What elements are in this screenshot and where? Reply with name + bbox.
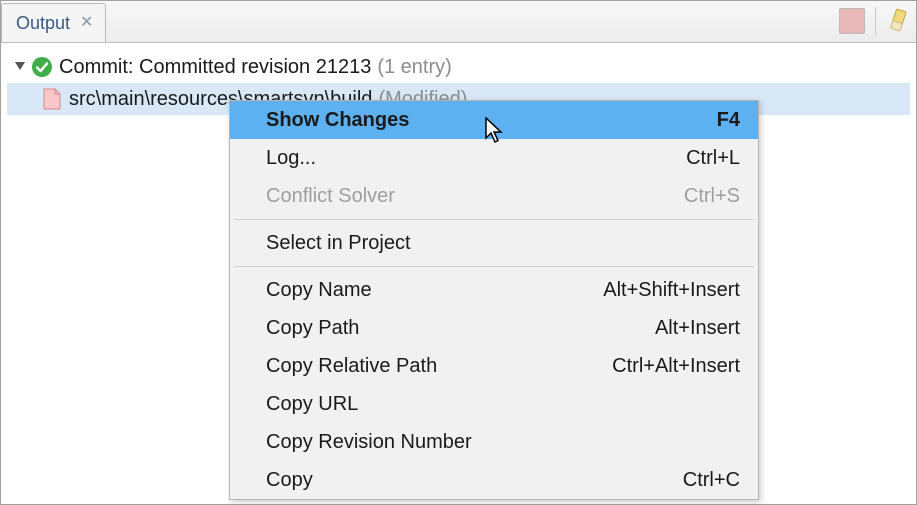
menu-item-select-in-project[interactable]: Select in Project xyxy=(230,224,758,262)
tab-bar-actions xyxy=(839,7,910,35)
menu-label: Select in Project xyxy=(266,232,411,255)
menu-label: Copy Revision Number xyxy=(266,431,472,454)
menu-label: Show Changes xyxy=(266,109,409,132)
menu-shortcut: Alt+Insert xyxy=(655,317,740,340)
divider xyxy=(875,7,876,35)
commit-label: Commit: Committed revision 21213 xyxy=(59,56,371,79)
success-icon xyxy=(31,56,53,78)
eraser-icon[interactable] xyxy=(886,7,910,35)
menu-shortcut: Ctrl+S xyxy=(684,185,740,208)
menu-item-copy-name[interactable]: Copy Name Alt+Shift+Insert xyxy=(230,271,758,309)
tab-label: Output xyxy=(16,13,70,34)
menu-item-copy-relative-path[interactable]: Copy Relative Path Ctrl+Alt+Insert xyxy=(230,347,758,385)
tab-output[interactable]: Output ✕ xyxy=(1,3,106,42)
close-icon[interactable]: ✕ xyxy=(80,15,93,31)
menu-item-copy-revision-number[interactable]: Copy Revision Number xyxy=(230,423,758,461)
menu-shortcut: Ctrl+C xyxy=(683,469,740,492)
menu-label: Copy Relative Path xyxy=(266,355,437,378)
menu-item-copy[interactable]: Copy Ctrl+C xyxy=(230,461,758,499)
menu-label: Copy xyxy=(266,469,313,492)
menu-item-copy-url[interactable]: Copy URL xyxy=(230,385,758,423)
menu-shortcut: Alt+Shift+Insert xyxy=(603,279,740,302)
menu-separator xyxy=(234,219,754,220)
menu-shortcut: F4 xyxy=(717,109,740,132)
commit-row[interactable]: Commit: Committed revision 21213 (1 entr… xyxy=(7,51,910,83)
file-icon xyxy=(43,88,61,110)
menu-item-copy-path[interactable]: Copy Path Alt+Insert xyxy=(230,309,758,347)
menu-label: Conflict Solver xyxy=(266,185,395,208)
menu-item-conflict-solver: Conflict Solver Ctrl+S xyxy=(230,177,758,215)
menu-separator xyxy=(234,266,754,267)
menu-label: Log... xyxy=(266,147,316,170)
expander-icon[interactable] xyxy=(13,62,27,72)
context-menu: Show Changes F4 Log... Ctrl+L Conflict S… xyxy=(229,100,759,500)
menu-item-show-changes[interactable]: Show Changes F4 xyxy=(230,101,758,139)
menu-label: Copy Name xyxy=(266,279,372,302)
stop-icon[interactable] xyxy=(839,8,865,34)
menu-shortcut: Ctrl+Alt+Insert xyxy=(612,355,740,378)
menu-shortcut: Ctrl+L xyxy=(686,147,740,170)
menu-item-log[interactable]: Log... Ctrl+L xyxy=(230,139,758,177)
commit-entry-count: (1 entry) xyxy=(377,56,451,79)
menu-label: Copy Path xyxy=(266,317,359,340)
tab-bar: Output ✕ xyxy=(1,1,916,43)
menu-label: Copy URL xyxy=(266,393,358,416)
